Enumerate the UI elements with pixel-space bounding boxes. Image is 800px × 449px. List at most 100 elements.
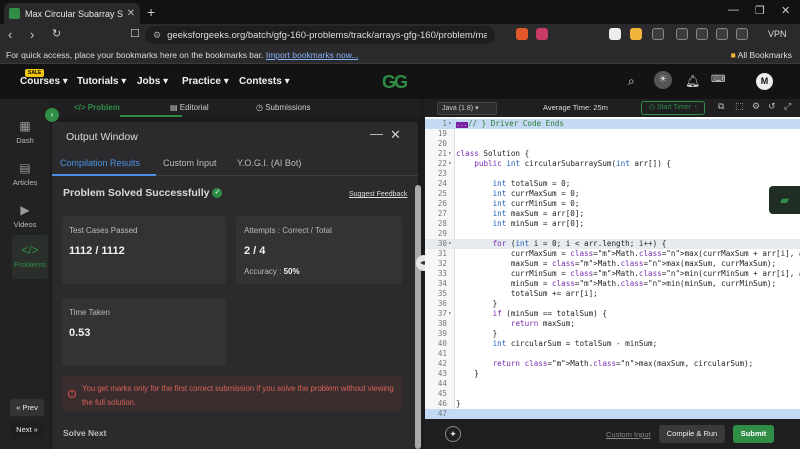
code-line[interactable]: 41 [425,349,800,359]
url-bar[interactable]: ⚙ geeksforgeeks.org/batch/gfg-160-proble… [145,26,495,44]
extension-icon[interactable] [609,28,621,40]
menu-contests[interactable]: Contests ▾ [239,76,290,87]
code-line[interactable]: 40 int circularSum = totalSum - minSum; [425,339,800,349]
code-line[interactable]: 34 minSum = class="m">Math.class="n">min… [425,279,800,289]
code-line[interactable]: 36 } [425,299,800,309]
language-select[interactable]: Java (1.8) ▾ [437,102,497,115]
code-line[interactable]: 33 currMinSum = class="m">Math.class="n"… [425,269,800,279]
next-button[interactable]: Next » [10,421,44,438]
gfg-logo[interactable]: GG [382,72,408,93]
wallet-icon[interactable] [736,28,748,40]
new-tab-icon[interactable]: + [147,4,155,20]
code-line[interactable]: 25 int currMaxSum = 0; [425,189,800,199]
sidebar-item-dash[interactable]: ▦ Dash [0,117,50,151]
sidebar-toggle-icon[interactable] [716,28,728,40]
extension-2-icon[interactable] [630,28,642,40]
submit-button[interactable]: Submit [733,425,774,443]
reload-icon[interactable]: ↻ [52,27,61,40]
code-line[interactable]: 35 totalSum += arr[i]; [425,289,800,299]
code-line[interactable]: 29 [425,229,800,239]
browser-tab[interactable]: Max Circular Subarray Sum | Pr ✕ [4,3,140,24]
fold-arrow-icon[interactable]: ▾ [448,239,452,249]
fullscreen-icon[interactable]: ⤢ [784,101,791,112]
close-window-icon[interactable]: ✕ [781,4,790,17]
code-line[interactable]: 42 return class="m">Math.class="n">max(m… [425,359,800,369]
all-bookmarks[interactable]: ■ All Bookmarks [731,50,792,60]
theme-toggle-icon[interactable]: ☀ [654,71,672,89]
extensions-puzzle-icon[interactable] [696,28,708,40]
minimize-window-icon[interactable]: — [728,4,739,16]
code-line[interactable]: 45 [425,389,800,399]
code-line[interactable]: 37 ▾ if (minSum == totalSum) { [425,309,800,319]
minimize-icon[interactable]: — [370,126,383,141]
restore-window-icon[interactable]: ❐ [755,4,765,17]
chat-icon[interactable]: ▰ [769,186,800,214]
extension-3-icon[interactable] [652,28,664,40]
code-line[interactable]: 21 ▾ class Solution { [425,149,800,159]
vpn-button[interactable]: VPN [768,29,787,39]
fold-arrow-icon[interactable]: ▾ [448,159,452,169]
brave-shield-icon[interactable] [516,28,528,40]
code-line[interactable]: 43 } [425,369,800,379]
settings-icon[interactable]: ⚙ [752,101,760,112]
code-line[interactable]: 30 ▾ for (int i = 0; i < arr.length; i++)… [425,239,800,249]
code-line[interactable]: 28 int minSum = arr[0]; [425,219,800,229]
tab-compilation-results[interactable]: Compilation Results [60,158,140,168]
sidebar-item-videos[interactable]: ▶ Videos [0,201,50,235]
start-timer-button[interactable]: ◷ Start Timer ◔ [641,101,705,115]
notification-bell-icon[interactable]: 🔔︎ [685,74,700,88]
menu-courses[interactable]: Courses ▾ [20,76,68,87]
code-line[interactable]: 38 return maxSum; [425,319,800,329]
code-line[interactable]: 23 [425,169,800,179]
import-bookmarks-link[interactable]: Import bookmarks now... [266,50,359,60]
close-icon[interactable]: ✕ [390,127,401,143]
fold-arrow-icon[interactable]: ▾ [448,309,452,319]
sidebar-item-articles[interactable]: ▤ Articles [0,159,50,193]
compile-run-button[interactable]: Compile & Run [659,425,725,443]
expand-arrow-icon[interactable]: › [45,108,59,122]
site-info-icon[interactable]: ⚙ [153,30,161,41]
reset-icon[interactable]: ↺ [768,101,776,112]
copy-icon[interactable]: ⧉ [718,101,724,112]
close-tab-icon[interactable]: ✕ [127,8,135,19]
menu-tutorials[interactable]: Tutorials ▾ [77,76,126,87]
code-line[interactable]: 31 currMaxSum = class="m">Math.class="n"… [425,249,800,259]
code-line[interactable]: 32 maxSum = class="m">Math.class="n">max… [425,259,800,269]
lightbulb-icon[interactable]: ✦ [445,426,461,442]
prev-button[interactable]: « Prev [10,399,44,416]
rewards-icon[interactable] [536,28,548,40]
menu-practice[interactable]: Practice ▾ [182,76,229,87]
code-line[interactable]: 19 [425,129,800,139]
code-line[interactable]: 26 int currMinSum = 0; [425,199,800,209]
forward-icon[interactable]: › [30,27,34,42]
code-line[interactable]: 39 } [425,329,800,339]
menu-jobs[interactable]: Jobs ▾ [137,76,168,87]
code-line[interactable]: 24 int totalSum = 0; [425,179,800,189]
tab-custom-input[interactable]: Custom Input [163,158,217,168]
tab-problem[interactable]: </> Problem [74,103,120,112]
split-icon[interactable]: ⬚ [735,101,744,112]
fold-arrow-icon[interactable]: ▾ [448,149,452,159]
code-line[interactable]: 47 [425,409,800,419]
tab-yogi-ai-bot[interactable]: Y.O.G.I. (AI Bot) [237,158,301,168]
code-line[interactable]: 44 [425,379,800,389]
tab-submissions[interactable]: ◷ Submissions [256,103,311,112]
code-line[interactable]: 22 ▾ public int circularSubarraySum(int a… [425,159,800,169]
code-line[interactable]: 27 int maxSum = arr[0]; [425,209,800,219]
bookmark-icon[interactable]: ☐ [130,27,140,40]
tab-editorial[interactable]: ▤ Editorial [170,103,209,112]
code-editor[interactable]: 1 ▾ ...// } Driver Code Ends 19 20 21 ▾ class S… [425,117,800,419]
custom-input-link[interactable]: Custom Input [606,430,651,439]
language-icon[interactable]: ⌨ [711,74,725,85]
sidebar-item-problems[interactable]: </> Problems [12,235,48,279]
code-line[interactable]: 1 ▾ ...// } Driver Code Ends [425,119,800,129]
code-line[interactable]: 20 [425,139,800,149]
search-icon[interactable]: ⌕ [628,74,635,89]
avatar[interactable]: M [756,73,773,90]
music-icon[interactable] [676,28,688,40]
line-text: int circularSum = totalSum - minSum; [492,339,658,348]
suggest-feedback-link[interactable]: Suggest Feedback [349,191,407,198]
fold-arrow-icon[interactable]: ▾ [448,119,452,129]
back-icon[interactable]: ‹ [8,27,12,42]
code-line[interactable]: 46} [425,399,800,409]
